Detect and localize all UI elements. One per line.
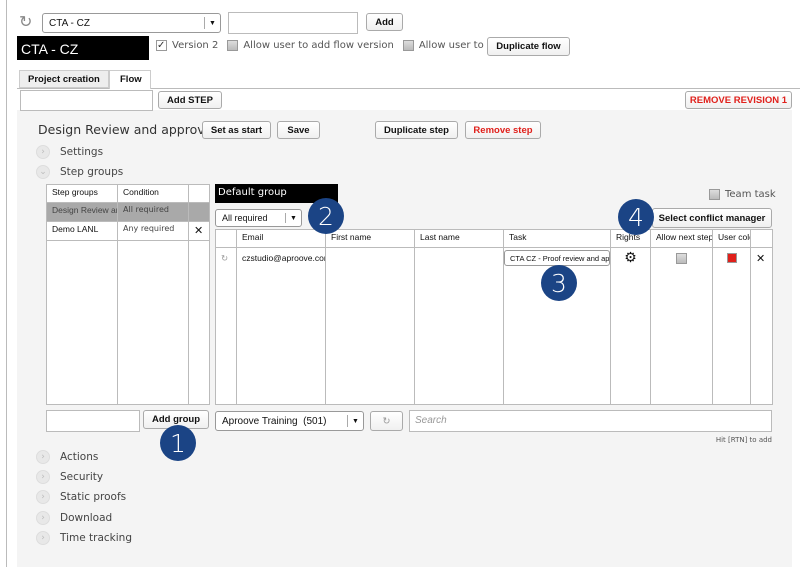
chevron-right-icon: › [36,531,50,545]
user-first-name [325,247,415,405]
step-name-input[interactable] [20,90,153,111]
chevron-right-icon: › [36,450,50,464]
remove-revision-button[interactable]: REMOVE REVISION 1 [685,91,792,109]
flow-select[interactable]: CTA - CZ ▼ [42,13,221,33]
section-label: Security [60,471,104,483]
allow-add-step-checkbox[interactable] [402,40,414,51]
allow-flow-version-label: Allow user to add flow version [243,40,394,51]
section-label: Step groups [60,166,124,178]
search-hint: Hit [RTN] to add [715,436,772,444]
team-task-label: Team task [725,189,776,200]
section-security[interactable]: › Security [36,470,103,484]
chevron-right-icon: › [36,470,50,484]
user-last-name [414,247,504,405]
chevron-right-icon: › [36,145,50,159]
group-name: Design Review ar [46,202,118,222]
user-search-input[interactable]: Search [409,410,772,432]
organization-select[interactable]: Aproove Training (501) ▼ [215,411,364,431]
flow-name-input[interactable] [228,12,358,34]
column-header: Condition [117,184,189,203]
section-settings[interactable]: › Settings [36,145,103,159]
section-actions[interactable]: › Actions [36,450,98,464]
column-header: User color [712,229,751,248]
select-conflict-manager-button[interactable]: Select conflict manager [652,208,772,228]
chevron-down-icon: ▼ [285,213,301,223]
team-task-checkbox[interactable] [709,189,720,200]
section-label: Static proofs [60,491,127,503]
section-label: Time tracking [60,532,132,544]
remove-step-button[interactable]: Remove step [465,121,541,139]
section-label: Settings [60,146,104,158]
drag-handle-icon[interactable]: ↻ [215,247,237,405]
add-step-button[interactable]: Add STEP [158,91,222,109]
users-table: Email First name Last name Task Rights Allow … [215,229,773,405]
callout-badge-2: 2 [308,198,344,234]
chevron-down-icon: ▼ [347,415,363,427]
callout-badge-4: 4 [618,199,654,235]
add-button[interactable]: Add [366,13,403,31]
save-button[interactable]: Save [277,121,320,139]
group-name: Demo LANL [46,221,118,241]
user-email: czstudio@aproove.com [236,247,326,405]
column-header: Step groups [46,184,118,203]
refresh-icon[interactable]: ↻ [19,12,32,32]
user-color-swatch[interactable] [726,253,737,263]
step-groups-table: Step groups Condition Design Review ar All… [46,184,210,405]
chevron-right-icon: › [36,490,50,504]
task-select[interactable]: CTA CZ - Proof review and approval [504,250,610,266]
version-label: Version 2 [172,40,219,51]
column-header: First name [325,229,415,248]
left-border [6,0,7,567]
tab-project-creation[interactable]: Project creation [19,70,109,88]
section-step-groups[interactable]: ⌄ Step groups [36,165,123,179]
group-condition-select[interactable]: All required ▼ [215,209,302,227]
allow-next-step-checkbox[interactable] [676,253,687,265]
close-icon[interactable]: ✕ [188,221,210,241]
tab-flow[interactable]: Flow [109,70,151,89]
close-icon[interactable]: ✕ [750,247,773,405]
callout-badge-3: 3 [541,265,577,301]
flow-title: CTA - CZ [17,36,149,60]
table-row[interactable]: Design Review ar All required [46,202,210,222]
gear-icon[interactable]: ⚙ [610,247,651,405]
column-header: Allow next step [650,229,713,248]
set-as-start-button[interactable]: Set as start [202,121,271,139]
section-static-proofs[interactable]: › Static proofs [36,490,126,504]
step-title: Design Review and approval [38,122,216,137]
column-header: Email [236,229,326,248]
callout-badge-1: 1 [160,425,196,461]
duplicate-flow-button[interactable]: Duplicate flow [487,37,570,56]
version-checkbox[interactable]: ✓ [156,40,167,51]
group-condition: All required [117,202,189,222]
duplicate-step-button[interactable]: Duplicate step [375,121,458,139]
table-row[interactable]: ↻ czstudio@aproove.com CTA CZ - Proof re… [215,247,773,405]
chevron-right-icon: › [36,511,50,525]
table-row[interactable]: Demo LANL Any required ✕ [46,221,210,241]
chevron-down-icon: ⌄ [36,165,50,179]
section-label: Download [60,512,113,524]
refresh-users-button[interactable]: ↻ [370,411,403,431]
chevron-down-icon: ▼ [204,17,220,29]
column-header: Last name [414,229,504,248]
column-header: Task [503,229,611,248]
section-label: Actions [60,451,99,463]
section-time-tracking[interactable]: › Time tracking [36,531,132,545]
new-group-input[interactable] [46,410,140,432]
group-condition: Any required [117,221,189,241]
allow-flow-version-checkbox[interactable] [227,40,239,51]
section-download[interactable]: › Download [36,511,112,525]
